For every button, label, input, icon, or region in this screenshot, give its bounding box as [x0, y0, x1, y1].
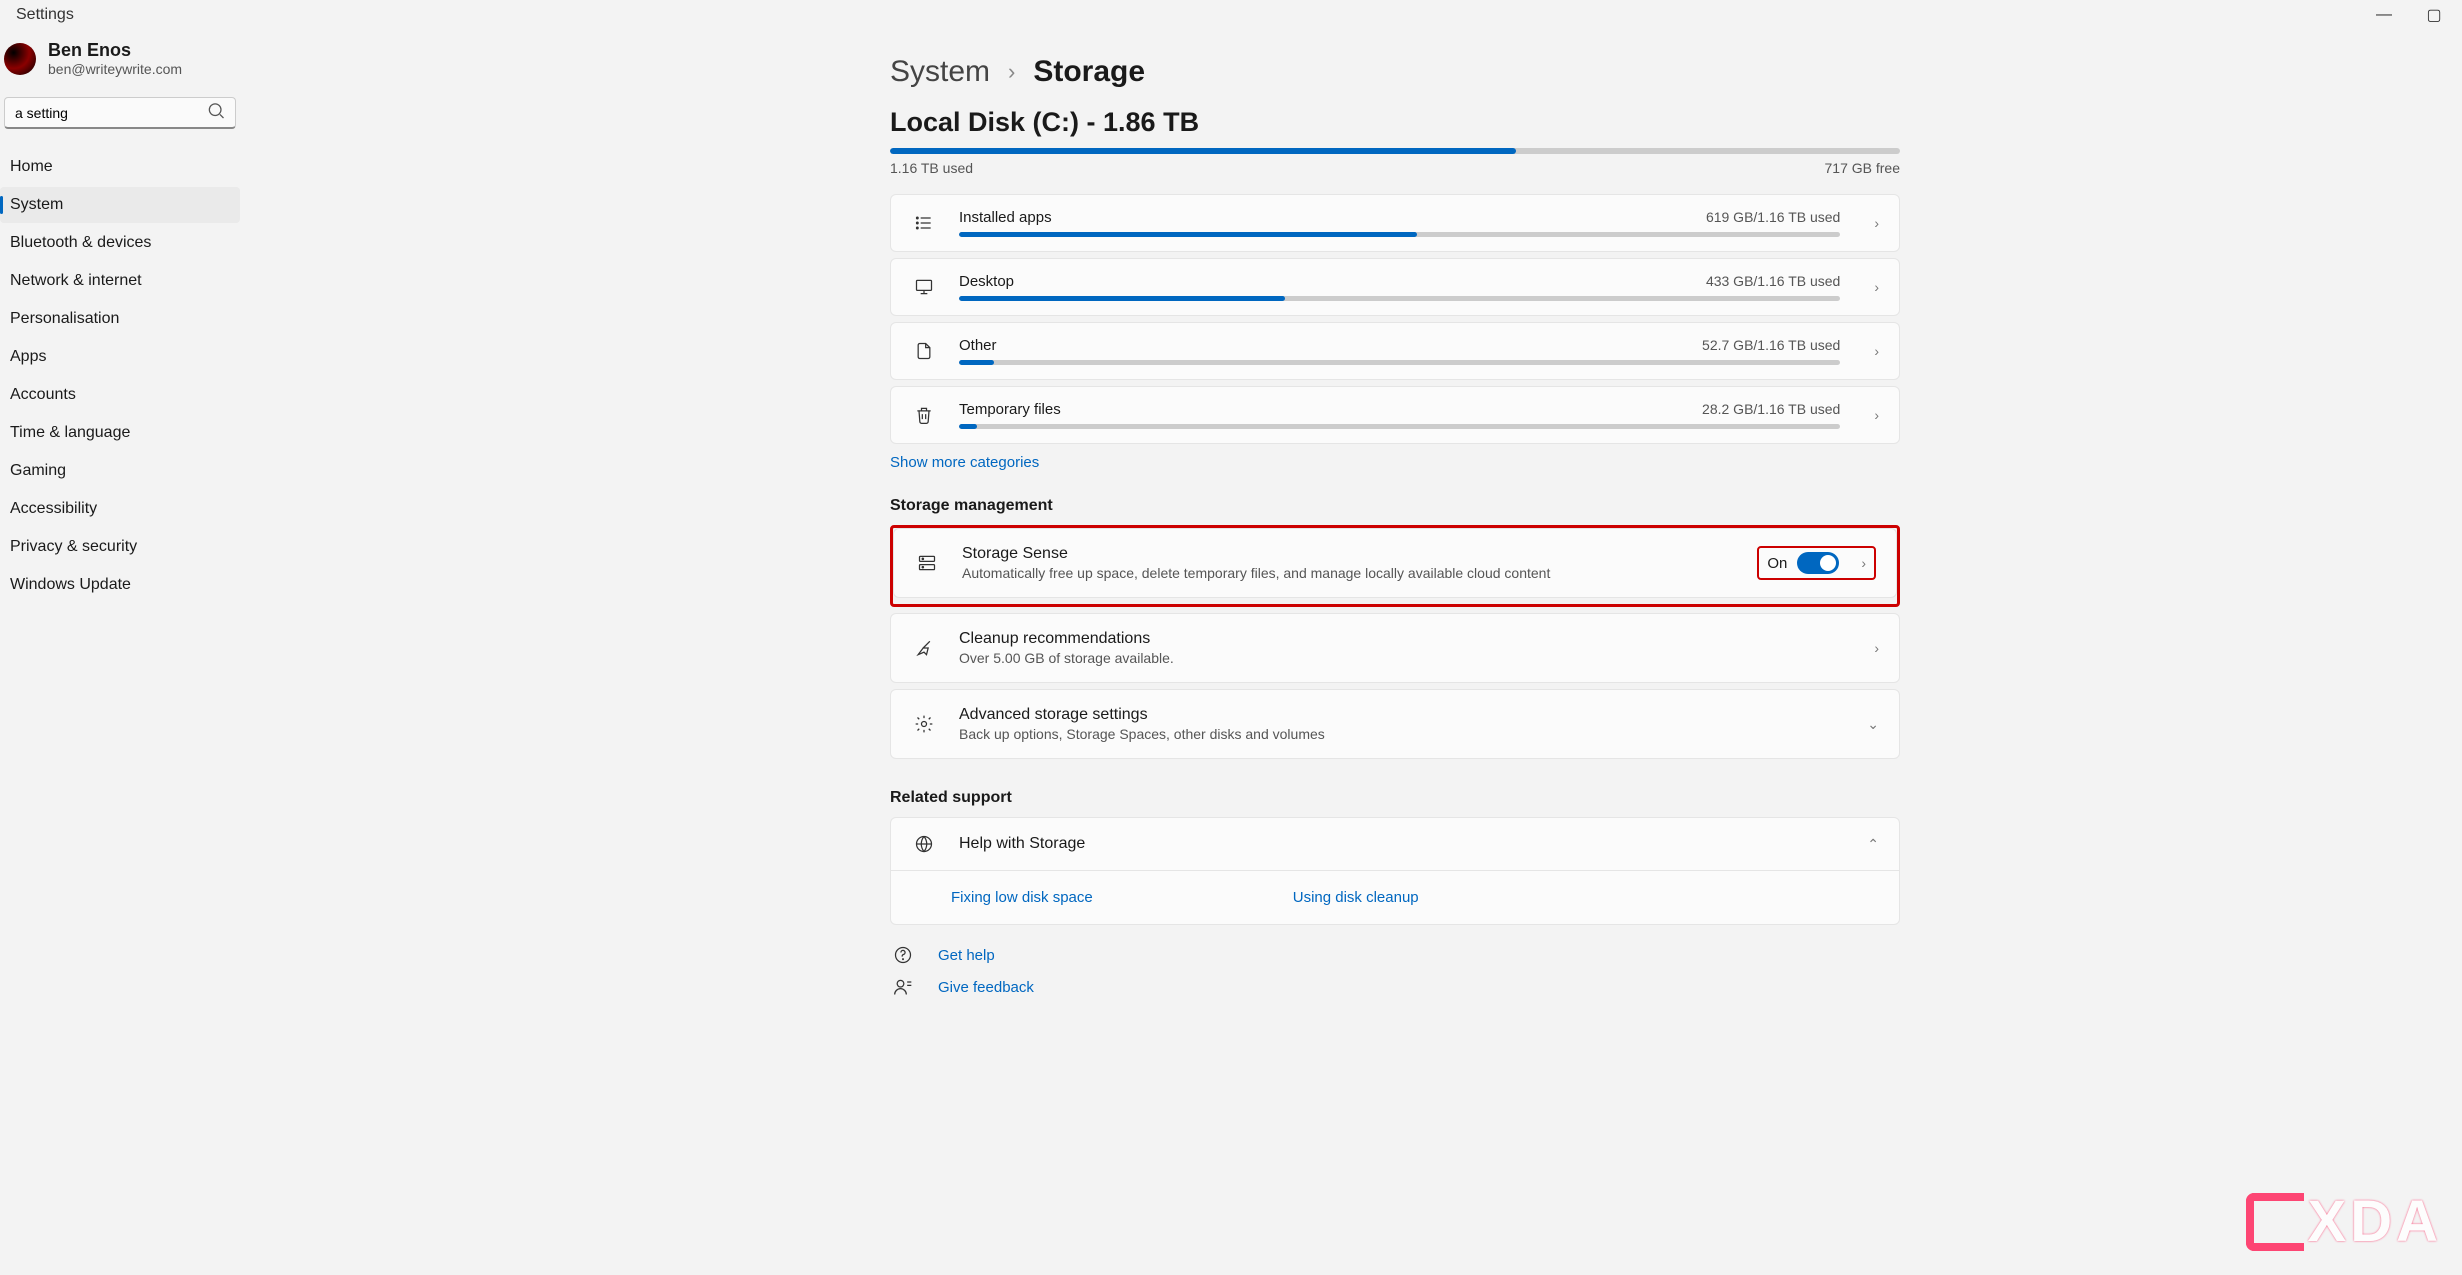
list-icon [911, 213, 937, 233]
nav-item-personalisation[interactable]: Personalisation [0, 301, 240, 337]
show-more-categories-link[interactable]: Show more categories [890, 454, 1900, 471]
gear-icon [911, 714, 937, 734]
give-feedback-row[interactable]: Give feedback [890, 977, 1900, 997]
fixing-low-disk-link[interactable]: Fixing low disk space [951, 889, 1093, 906]
category-bar [959, 296, 1840, 301]
category-bar [959, 360, 1840, 365]
advanced-storage-row[interactable]: Advanced storage settings Back up option… [891, 690, 1899, 758]
breadcrumb-current: Storage [1033, 55, 1145, 89]
nav-item-accessibility[interactable]: Accessibility [0, 491, 240, 527]
trash-icon [911, 405, 937, 425]
nav-item-apps[interactable]: Apps [0, 339, 240, 375]
cleanup-recommendations-row[interactable]: Cleanup recommendations Over 5.00 GB of … [891, 614, 1899, 682]
chevron-right-icon: › [1862, 279, 1879, 295]
category-name: Desktop [959, 273, 1014, 290]
avatar [4, 43, 36, 75]
file-icon [911, 341, 937, 361]
storage-sense-toggle[interactable] [1797, 552, 1839, 574]
watermark: XDA [2246, 1188, 2442, 1255]
nav: HomeSystemBluetooth & devicesNetwork & i… [0, 149, 240, 603]
category-name: Installed apps [959, 209, 1052, 226]
category-installed apps[interactable]: Installed apps 619 GB/1.16 TB used › [891, 195, 1899, 251]
give-feedback-link[interactable]: Give feedback [938, 979, 1034, 996]
disk-free-label: 717 GB free [1825, 160, 1901, 176]
nav-item-accounts[interactable]: Accounts [0, 377, 240, 413]
titlebar: Settings — ▢ [0, 0, 2462, 30]
chevron-right-icon: › [1862, 407, 1879, 423]
nav-item-windows-update[interactable]: Windows Update [0, 567, 240, 603]
get-help-row[interactable]: Get help [890, 945, 1900, 965]
search-box[interactable] [4, 97, 236, 129]
search-input[interactable] [4, 97, 236, 129]
disk-used-label: 1.16 TB used [890, 160, 973, 176]
profile-email: ben@writeywrite.com [48, 61, 182, 77]
nav-item-time-language[interactable]: Time & language [0, 415, 240, 451]
related-support-heading: Related support [890, 789, 1900, 807]
maximize-button[interactable]: ▢ [2424, 5, 2444, 25]
category-used: 52.7 GB/1.16 TB used [1702, 337, 1840, 354]
help-storage-title: Help with Storage [959, 835, 1833, 853]
get-help-link[interactable]: Get help [938, 947, 995, 964]
profile-name: Ben Enos [48, 40, 182, 61]
nav-item-network-internet[interactable]: Network & internet [0, 263, 240, 299]
category-temporary files[interactable]: Temporary files 28.2 GB/1.16 TB used › [891, 387, 1899, 443]
category-used: 433 GB/1.16 TB used [1706, 273, 1840, 290]
storage-sense-title: Storage Sense [962, 545, 1735, 563]
sidebar: Ben Enos ben@writeywrite.com HomeSystemB… [0, 30, 250, 1275]
nav-item-gaming[interactable]: Gaming [0, 453, 240, 489]
storage-sense-toggle-highlight: On › [1757, 546, 1876, 580]
advanced-desc: Back up options, Storage Spaces, other d… [959, 726, 1833, 742]
storage-sense-row[interactable]: Storage Sense Automatically free up spac… [894, 529, 1896, 597]
cleanup-desc: Over 5.00 GB of storage available. [959, 650, 1840, 666]
nav-item-system[interactable]: System [0, 187, 240, 223]
disk-bar [890, 148, 1900, 154]
help-icon [890, 945, 916, 965]
category-bar [959, 424, 1840, 429]
nav-item-privacy-security[interactable]: Privacy & security [0, 529, 240, 565]
broom-icon [911, 638, 937, 658]
search-icon [206, 101, 226, 126]
chevron-right-icon: › [1862, 215, 1879, 231]
chevron-right-icon: › [1862, 640, 1879, 656]
category-used: 619 GB/1.16 TB used [1706, 209, 1840, 226]
feedback-icon [890, 977, 916, 997]
storage-sense-icon [914, 553, 940, 573]
category-other[interactable]: Other 52.7 GB/1.16 TB used › [891, 323, 1899, 379]
storage-management-heading: Storage management [890, 497, 1900, 515]
minimize-button[interactable]: — [2374, 5, 2394, 25]
chevron-right-icon: › [1862, 343, 1879, 359]
chevron-right-icon: › [1849, 555, 1866, 571]
xda-logo-icon [2246, 1193, 2304, 1251]
storage-sense-desc: Automatically free up space, delete temp… [962, 565, 1735, 581]
breadcrumb-parent[interactable]: System [890, 55, 990, 89]
profile[interactable]: Ben Enos ben@writeywrite.com [0, 30, 240, 97]
category-name: Other [959, 337, 997, 354]
category-name: Temporary files [959, 401, 1061, 418]
chevron-right-icon: › [1008, 59, 1015, 85]
chevron-down-icon: ⌄ [1855, 716, 1879, 733]
chevron-up-icon: ⌃ [1855, 836, 1879, 853]
window-title: Settings [8, 6, 74, 24]
disk-title: Local Disk (C:) - 1.86 TB [890, 107, 1900, 138]
globe-icon [911, 834, 937, 854]
help-with-storage-row[interactable]: Help with Storage ⌃ [891, 818, 1899, 870]
category-desktop[interactable]: Desktop 433 GB/1.16 TB used › [891, 259, 1899, 315]
main: System › Storage Local Disk (C:) - 1.86 … [250, 30, 2462, 1275]
breadcrumb: System › Storage [890, 55, 1900, 89]
cleanup-title: Cleanup recommendations [959, 630, 1840, 648]
nav-item-home[interactable]: Home [0, 149, 240, 185]
using-disk-cleanup-link[interactable]: Using disk cleanup [1293, 889, 1419, 906]
storage-sense-highlight: Storage Sense Automatically free up spac… [890, 525, 1900, 607]
nav-item-bluetooth-devices[interactable]: Bluetooth & devices [0, 225, 240, 261]
category-used: 28.2 GB/1.16 TB used [1702, 401, 1840, 418]
monitor-icon [911, 277, 937, 297]
toggle-state-label: On [1767, 555, 1787, 572]
advanced-title: Advanced storage settings [959, 706, 1833, 724]
category-bar [959, 232, 1840, 237]
